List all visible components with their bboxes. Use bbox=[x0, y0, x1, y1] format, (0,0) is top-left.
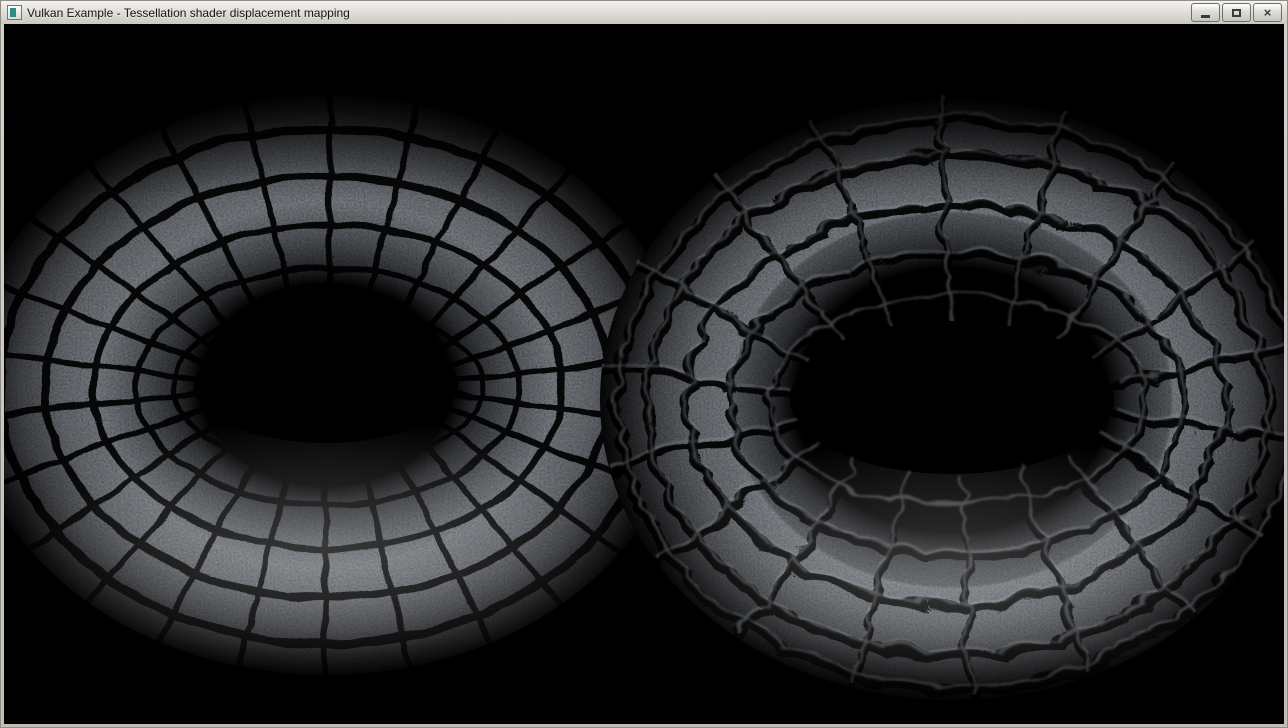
minimize-icon bbox=[1201, 15, 1210, 18]
window-title: Vulkan Example - Tessellation shader dis… bbox=[27, 6, 350, 20]
vulkan-scene[interactable] bbox=[4, 24, 1284, 724]
window-controls: × bbox=[1189, 3, 1282, 22]
close-icon: × bbox=[1264, 6, 1272, 19]
close-button[interactable]: × bbox=[1253, 3, 1282, 22]
app-icon bbox=[7, 5, 22, 20]
titlebar[interactable]: Vulkan Example - Tessellation shader dis… bbox=[1, 1, 1287, 24]
maximize-button[interactable] bbox=[1222, 3, 1251, 22]
render-viewport[interactable] bbox=[4, 24, 1284, 724]
maximize-icon bbox=[1232, 9, 1241, 17]
app-window: Vulkan Example - Tessellation shader dis… bbox=[0, 0, 1288, 728]
minimize-button[interactable] bbox=[1191, 3, 1220, 22]
